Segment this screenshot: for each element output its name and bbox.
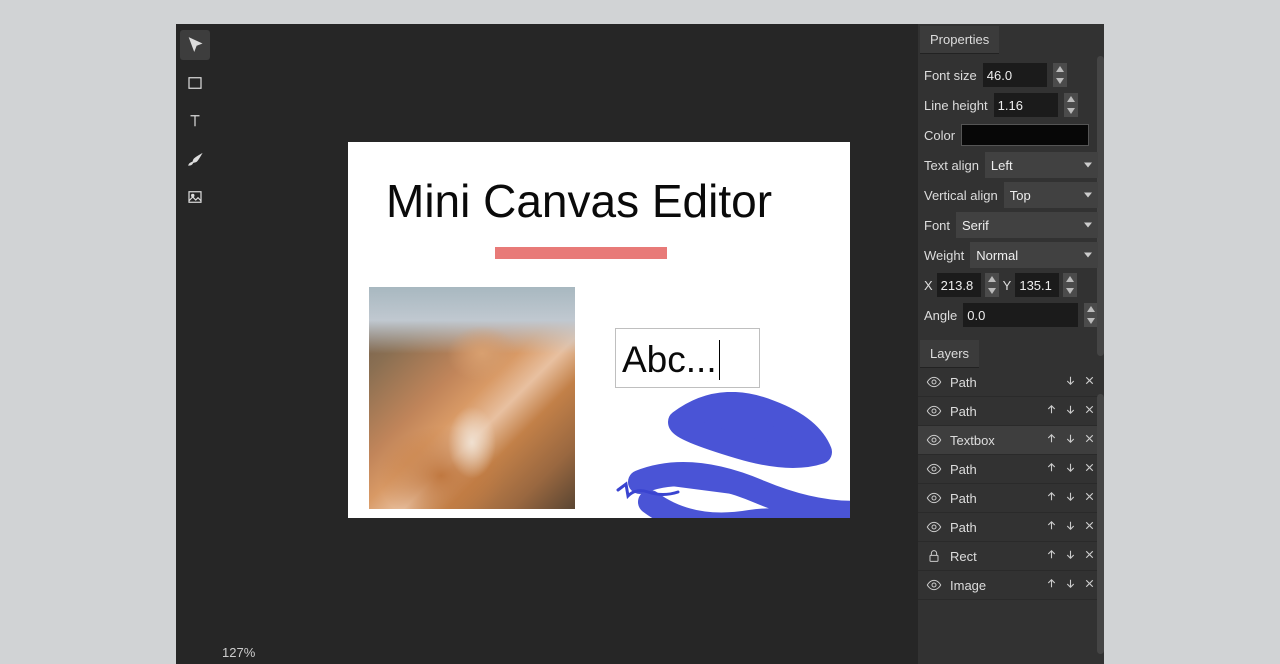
- angle-spinner[interactable]: [1084, 303, 1098, 327]
- canvas-underline-rect[interactable]: [495, 247, 667, 259]
- layer-name: Path: [950, 520, 1037, 535]
- move-down-icon[interactable]: [1064, 519, 1077, 535]
- layer-row[interactable]: Path: [918, 455, 1104, 484]
- layers-scrollbar[interactable]: [1097, 394, 1104, 654]
- text-align-label: Text align: [924, 158, 979, 173]
- layer-row[interactable]: Path: [918, 513, 1104, 542]
- canvas-image-cat[interactable]: [369, 287, 575, 509]
- vertical-align-select[interactable]: Top: [1004, 182, 1098, 208]
- eye-icon[interactable]: [926, 403, 942, 419]
- layer-name: Path: [950, 404, 1037, 419]
- eye-icon[interactable]: [926, 519, 942, 535]
- text-tool[interactable]: [180, 106, 210, 136]
- font-label: Font: [924, 218, 950, 233]
- color-swatch[interactable]: [961, 124, 1089, 146]
- delete-icon[interactable]: [1083, 548, 1096, 564]
- text-align-select[interactable]: Left: [985, 152, 1098, 178]
- y-spinner[interactable]: [1063, 273, 1077, 297]
- move-down-icon[interactable]: [1064, 577, 1077, 593]
- cursor-tool[interactable]: [180, 30, 210, 60]
- eye-icon[interactable]: [926, 490, 942, 506]
- weight-select[interactable]: Normal: [970, 242, 1098, 268]
- y-label: Y: [1003, 278, 1012, 293]
- delete-icon[interactable]: [1083, 461, 1096, 477]
- layer-row[interactable]: Rect: [918, 542, 1104, 571]
- eye-icon[interactable]: [926, 432, 942, 448]
- canvas-title-text[interactable]: Mini Canvas Editor: [386, 174, 772, 228]
- toolbar: [176, 24, 214, 664]
- delete-icon[interactable]: [1083, 432, 1096, 448]
- line-height-label: Line height: [924, 98, 988, 113]
- move-down-icon[interactable]: [1064, 403, 1077, 419]
- delete-icon[interactable]: [1083, 490, 1096, 506]
- move-up-icon[interactable]: [1045, 461, 1058, 477]
- move-down-icon[interactable]: [1064, 490, 1077, 506]
- vertical-align-label: Vertical align: [924, 188, 998, 203]
- lock-icon[interactable]: [926, 548, 942, 564]
- angle-label: Angle: [924, 308, 957, 323]
- textbox-content: Abc...: [622, 339, 717, 381]
- stage[interactable]: Mini Canvas Editor Abc... 127%: [214, 24, 918, 664]
- layer-name: Path: [950, 375, 1056, 390]
- layer-name: Path: [950, 491, 1037, 506]
- font-select[interactable]: Serif: [956, 212, 1098, 238]
- x-label: X: [924, 278, 933, 293]
- layer-row[interactable]: Path: [918, 484, 1104, 513]
- brush-tool[interactable]: [180, 144, 210, 174]
- move-up-icon[interactable]: [1045, 490, 1058, 506]
- eye-icon[interactable]: [926, 577, 942, 593]
- eye-icon[interactable]: [926, 374, 942, 390]
- x-input[interactable]: [937, 273, 981, 297]
- x-spinner[interactable]: [985, 273, 999, 297]
- canvas-brush-path-small[interactable]: [613, 480, 683, 508]
- rect-tool[interactable]: [180, 68, 210, 98]
- move-down-icon[interactable]: [1064, 461, 1077, 477]
- editor-app: Mini Canvas Editor Abc... 127% Propertie…: [176, 24, 1104, 664]
- layers-panel: Path Path Textbox Path Path Path Rect Image: [918, 368, 1104, 600]
- move-up-icon[interactable]: [1045, 432, 1058, 448]
- layer-row[interactable]: Image: [918, 571, 1104, 600]
- move-up-icon[interactable]: [1045, 403, 1058, 419]
- layer-name: Textbox: [950, 433, 1037, 448]
- delete-icon[interactable]: [1083, 403, 1096, 419]
- layer-name: Rect: [950, 549, 1037, 564]
- weight-label: Weight: [924, 248, 964, 263]
- move-down-icon[interactable]: [1064, 432, 1077, 448]
- move-up-icon[interactable]: [1045, 577, 1058, 593]
- canvas[interactable]: Mini Canvas Editor Abc...: [348, 142, 850, 518]
- move-down-icon[interactable]: [1064, 374, 1077, 390]
- image-tool[interactable]: [180, 182, 210, 212]
- delete-icon[interactable]: [1083, 374, 1096, 390]
- font-size-label: Font size: [924, 68, 977, 83]
- font-size-input[interactable]: [983, 63, 1047, 87]
- delete-icon[interactable]: [1083, 577, 1096, 593]
- move-up-icon[interactable]: [1045, 519, 1058, 535]
- layer-row[interactable]: Textbox: [918, 426, 1104, 455]
- delete-icon[interactable]: [1083, 519, 1096, 535]
- line-height-spinner[interactable]: [1064, 93, 1078, 117]
- angle-input[interactable]: [963, 303, 1078, 327]
- layer-row[interactable]: Path: [918, 368, 1104, 397]
- layer-name: Image: [950, 578, 1037, 593]
- properties-scrollbar[interactable]: [1097, 56, 1104, 356]
- eye-icon[interactable]: [926, 461, 942, 477]
- properties-tab[interactable]: Properties: [920, 26, 999, 54]
- properties-panel: Font size Line height Color Text align L…: [918, 54, 1104, 338]
- canvas-textbox[interactable]: Abc...: [615, 328, 760, 388]
- text-caret: [719, 340, 721, 380]
- color-label: Color: [924, 128, 955, 143]
- zoom-indicator: 127%: [222, 645, 255, 660]
- y-input[interactable]: [1015, 273, 1059, 297]
- move-up-icon[interactable]: [1045, 548, 1058, 564]
- move-down-icon[interactable]: [1064, 548, 1077, 564]
- layers-tab[interactable]: Layers: [920, 340, 979, 368]
- line-height-input[interactable]: [994, 93, 1058, 117]
- layer-name: Path: [950, 462, 1037, 477]
- font-size-spinner[interactable]: [1053, 63, 1067, 87]
- right-panels: Properties Font size Line height Color T…: [918, 24, 1104, 664]
- layer-row[interactable]: Path: [918, 397, 1104, 426]
